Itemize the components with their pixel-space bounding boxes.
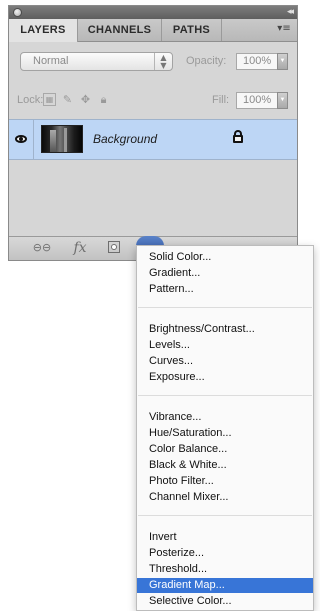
close-icon[interactable] bbox=[13, 8, 22, 17]
lock-transparent-icon[interactable]: ▦ bbox=[43, 93, 56, 106]
menu-item-color-balance[interactable]: Color Balance... bbox=[137, 442, 313, 457]
lock-move-icon[interactable]: ✥ bbox=[79, 93, 92, 106]
opacity-value: 100% bbox=[243, 55, 272, 67]
tab-layers[interactable]: LAYERS bbox=[9, 19, 78, 42]
menu-item-solid-color[interactable]: Solid Color... bbox=[137, 250, 313, 265]
menu-item-posterize[interactable]: Posterize... bbox=[137, 546, 313, 561]
menu-separator bbox=[138, 307, 312, 308]
blend-mode-select[interactable]: Normal ▲ ▼ bbox=[20, 52, 173, 71]
menu-item-invert[interactable]: Invert bbox=[137, 530, 313, 545]
layer-name[interactable]: Background bbox=[93, 132, 157, 147]
tab-channels[interactable]: CHANNELS bbox=[78, 19, 162, 41]
visibility-toggle[interactable] bbox=[9, 120, 34, 159]
fill-label: Fill: bbox=[212, 94, 230, 106]
menu-item-photo-filter[interactable]: Photo Filter... bbox=[137, 474, 313, 489]
blend-mode-value: Normal bbox=[33, 55, 69, 67]
opacity-field[interactable]: 100% ▼ bbox=[236, 53, 288, 70]
menu-item-hue-saturation[interactable]: Hue/Saturation... bbox=[137, 426, 313, 441]
select-arrows-icon: ▲ ▼ bbox=[154, 53, 172, 70]
fill-field[interactable]: 100% ▼ bbox=[236, 92, 288, 109]
panel-menu-icon[interactable]: ▾≡ bbox=[277, 22, 291, 36]
lock-icon bbox=[233, 130, 243, 143]
menu-item-threshold[interactable]: Threshold... bbox=[137, 562, 313, 577]
menu-item-vibrance[interactable]: Vibrance... bbox=[137, 410, 313, 425]
panel-tab-row: LAYERS CHANNELS PATHS ▾≡ bbox=[9, 19, 297, 42]
menu-item-selective-color[interactable]: Selective Color... bbox=[137, 594, 313, 609]
menu-item-exposure[interactable]: Exposure... bbox=[137, 370, 313, 385]
fx-icon[interactable]: fx bbox=[69, 240, 91, 256]
menu-item-levels[interactable]: Levels... bbox=[137, 338, 313, 353]
mask-icon[interactable] bbox=[108, 241, 120, 253]
lock-label: Lock: bbox=[17, 94, 44, 106]
layer-thumbnail bbox=[41, 125, 83, 153]
fill-dropdown-icon[interactable]: ▼ bbox=[277, 92, 288, 109]
menu-separator bbox=[138, 515, 312, 516]
menu-item-black-white[interactable]: Black & White... bbox=[137, 458, 313, 473]
tab-paths[interactable]: PATHS bbox=[162, 19, 222, 41]
opacity-dropdown-icon[interactable]: ▼ bbox=[277, 53, 288, 70]
layer-row-background[interactable]: Background bbox=[9, 119, 297, 160]
menu-item-brightness-contrast[interactable]: Brightness/Contrast... bbox=[137, 322, 313, 337]
adjustment-menu: Solid Color... Gradient... Pattern... Br… bbox=[136, 245, 314, 611]
menu-item-gradient-map[interactable]: Gradient Map... bbox=[137, 578, 313, 593]
fill-value: 100% bbox=[243, 94, 272, 106]
panel-titlebar: ◂◂ bbox=[9, 6, 297, 19]
lock-brush-icon[interactable]: ✎ bbox=[61, 93, 74, 106]
menu-item-channel-mixer[interactable]: Channel Mixer... bbox=[137, 490, 313, 505]
menu-item-gradient[interactable]: Gradient... bbox=[137, 266, 313, 281]
link-icon[interactable]: ⊖⊖ bbox=[31, 240, 53, 256]
menu-item-pattern[interactable]: Pattern... bbox=[137, 282, 313, 297]
collapse-icon[interactable]: ◂◂ bbox=[287, 6, 294, 19]
eye-icon bbox=[15, 135, 27, 143]
menu-separator bbox=[138, 395, 312, 396]
lock-all-icon[interactable]: 🔒︎ bbox=[97, 93, 110, 106]
menu-item-curves[interactable]: Curves... bbox=[137, 354, 313, 369]
layers-panel: ◂◂ LAYERS CHANNELS PATHS ▾≡ Normal ▲ ▼ Op… bbox=[8, 5, 298, 261]
opacity-label: Opacity: bbox=[186, 55, 227, 67]
